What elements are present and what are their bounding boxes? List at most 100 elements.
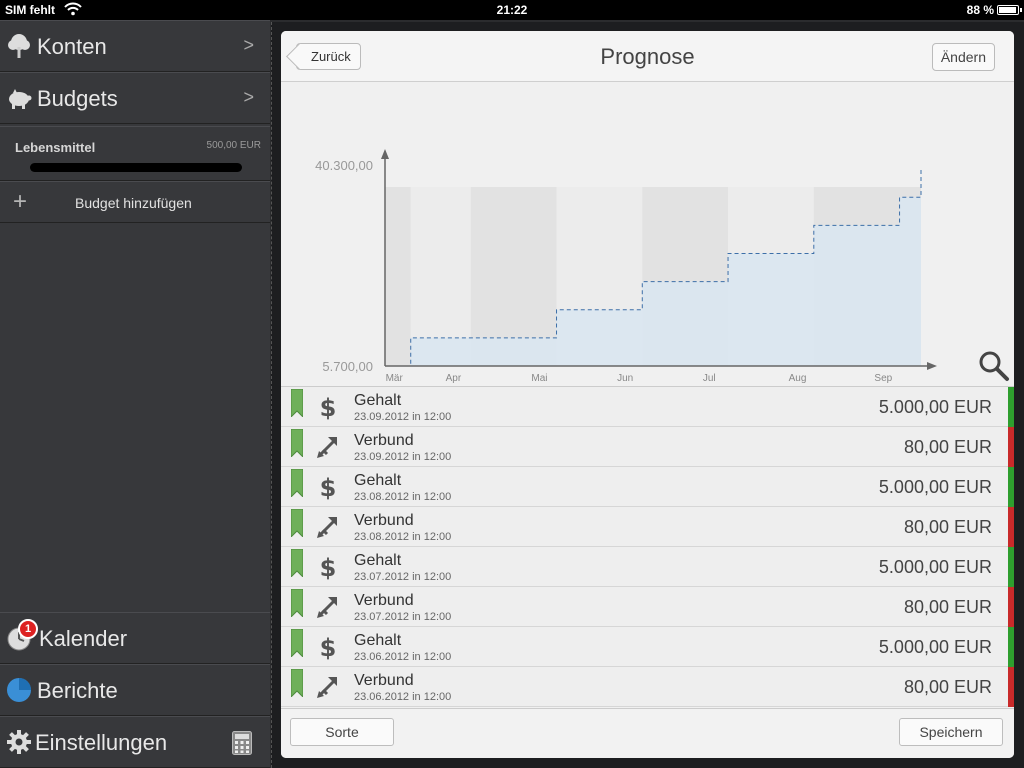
budget-amount: 500,00 EUR (206, 140, 261, 151)
transaction-name: Verbund (354, 592, 414, 609)
transaction-amount: 80,00 EUR (903, 517, 992, 537)
transaction-row[interactable]: Verbund 23.09.2012 in 12:00 80,00 EUR (281, 427, 1014, 467)
transfer-arrows-icon (317, 437, 337, 458)
dollar-icon: $ (320, 474, 337, 500)
svg-text:$: $ (320, 474, 337, 500)
transaction-row[interactable]: Verbund 23.06.2012 in 12:00 80,00 EUR (281, 667, 1014, 707)
x-tick-label: Jul (703, 373, 716, 383)
transaction-date: 23.06.2012 in 12:00 (354, 691, 452, 703)
sidebar-item-label: Berichte (37, 678, 118, 703)
status-stripe (1008, 427, 1014, 467)
transaction-row[interactable]: $ Gehalt 23.06.2012 in 12:00 5.000,00 EUR (281, 627, 1014, 667)
bookmark-icon (291, 389, 303, 417)
forecast-chart: 40.300,00 5.700,00 Mär Apr Mai Jun Jul Aug Sep (315, 149, 937, 383)
transaction-list[interactable]: $ Gehalt 23.09.2012 in 12:00 5.000,00 EUR Ve… (281, 386, 1014, 708)
tree-icon (8, 34, 30, 58)
dollar-icon: $ (320, 554, 337, 580)
transfer-arrows-icon (317, 517, 337, 538)
sidebar-item-einstellungen[interactable]: Einstellungen (0, 716, 270, 768)
transaction-date: 23.09.2012 in 12:00 (354, 411, 452, 423)
sidebar-item-konten[interactable]: Konten > (0, 20, 270, 72)
sort-button[interactable]: Sorte (290, 718, 394, 746)
notification-badge: 1 (18, 619, 38, 639)
edit-button[interactable]: Ändern (931, 43, 995, 71)
transaction-amount: 80,00 EUR (903, 597, 992, 617)
budget-name: Lebensmittel (15, 140, 96, 155)
x-tick-label: Sep (874, 373, 892, 383)
battery-percent: 88 % (966, 3, 994, 17)
bookmark-icon (291, 669, 303, 697)
transaction-name: Gehalt (354, 632, 402, 649)
budget-item-lebensmittel[interactable]: Lebensmittel 500,00 EUR (0, 126, 270, 181)
transaction-date: 23.07.2012 in 12:00 (354, 611, 452, 623)
status-stripe (1008, 507, 1014, 547)
transaction-row[interactable]: $ Gehalt 23.07.2012 in 12:00 5.000,00 EUR (281, 547, 1014, 587)
svg-text:$: $ (320, 634, 337, 660)
footer-toolbar: Sorte Speichern (281, 708, 1014, 758)
status-stripe (1008, 547, 1014, 587)
pie-chart-icon (7, 678, 31, 702)
x-tick-label: Aug (789, 373, 807, 383)
x-tick-label: Mär (386, 373, 404, 383)
transaction-name: Verbund (354, 512, 414, 529)
chevron-right-icon: > (243, 35, 254, 55)
chart-band (385, 187, 411, 366)
sidebar-item-budgets[interactable]: Budgets > (0, 72, 270, 124)
transaction-date: 23.07.2012 in 12:00 (354, 571, 452, 583)
sidebar-item-berichte[interactable]: Berichte (0, 664, 270, 716)
gear-icon (7, 730, 31, 754)
x-tick-label: Mai (531, 373, 547, 383)
plus-icon: + (13, 188, 28, 215)
transaction-name: Gehalt (354, 392, 402, 409)
transaction-amount: 5.000,00 EUR (878, 477, 992, 497)
bookmark-icon (291, 589, 303, 617)
save-button[interactable]: Speichern (899, 718, 1003, 746)
bookmark-icon (291, 549, 303, 577)
y-axis-arrow (381, 149, 389, 159)
sidebar-item-label: Budgets (37, 86, 118, 111)
transfer-arrows-icon (317, 677, 337, 698)
clock: 21:22 (496, 3, 528, 17)
y-tick-label: 40.300,00 (315, 158, 373, 173)
transaction-date: 23.08.2012 in 12:00 (354, 531, 452, 543)
status-stripe (1008, 467, 1014, 507)
page-title: Prognose (600, 44, 695, 69)
calculator-icon[interactable] (232, 731, 252, 755)
transaction-amount: 80,00 EUR (903, 677, 992, 697)
transaction-date: 23.09.2012 in 12:00 (354, 451, 452, 463)
transfer-arrows-icon (317, 597, 337, 618)
status-stripe (1008, 667, 1014, 707)
transaction-amount: 5.000,00 EUR (878, 557, 992, 577)
bookmark-icon (291, 509, 303, 537)
svg-text:$: $ (320, 394, 337, 420)
sidebar-item-label: Einstellungen (35, 730, 168, 755)
status-stripe (1008, 627, 1014, 667)
svg-text:$: $ (320, 554, 337, 580)
transaction-name: Verbund (354, 432, 414, 449)
dollar-icon: $ (320, 394, 337, 420)
sidebar-item-label: Kalender (39, 626, 128, 651)
bookmark-icon (291, 469, 303, 497)
add-budget-label: Budget hinzufügen (75, 195, 192, 211)
transaction-row[interactable]: $ Gehalt 23.08.2012 in 12:00 5.000,00 EUR (281, 467, 1014, 507)
piggy-bank-icon (9, 89, 32, 109)
transaction-date: 23.06.2012 in 12:00 (354, 651, 452, 663)
bookmark-icon (291, 629, 303, 657)
sidebar-item-label: Konten (37, 34, 107, 59)
status-bar: SIM fehlt 21:22 88 % (0, 0, 1024, 20)
transaction-row[interactable]: $ Gehalt 23.09.2012 in 12:00 5.000,00 EUR (281, 387, 1014, 427)
status-stripe (1008, 587, 1014, 627)
add-budget-button[interactable]: + Budget hinzufügen (0, 181, 270, 223)
transaction-row[interactable]: Verbund 23.08.2012 in 12:00 80,00 EUR (281, 507, 1014, 547)
battery-icon (997, 5, 1022, 15)
magnifier-icon[interactable] (978, 350, 1010, 382)
y-tick-label: 5.700,00 (322, 359, 373, 374)
navbar: Zurück Prognose Ändern (281, 31, 1014, 82)
chevron-right-icon: > (243, 87, 254, 107)
x-tick-label: Jun (617, 373, 633, 383)
transaction-name: Verbund (354, 672, 414, 689)
dollar-icon: $ (320, 634, 337, 660)
sidebar-item-kalender[interactable]: 1 Kalender (0, 612, 270, 664)
x-tick-label: Apr (446, 373, 462, 383)
transaction-row[interactable]: Verbund 23.07.2012 in 12:00 80,00 EUR (281, 587, 1014, 627)
